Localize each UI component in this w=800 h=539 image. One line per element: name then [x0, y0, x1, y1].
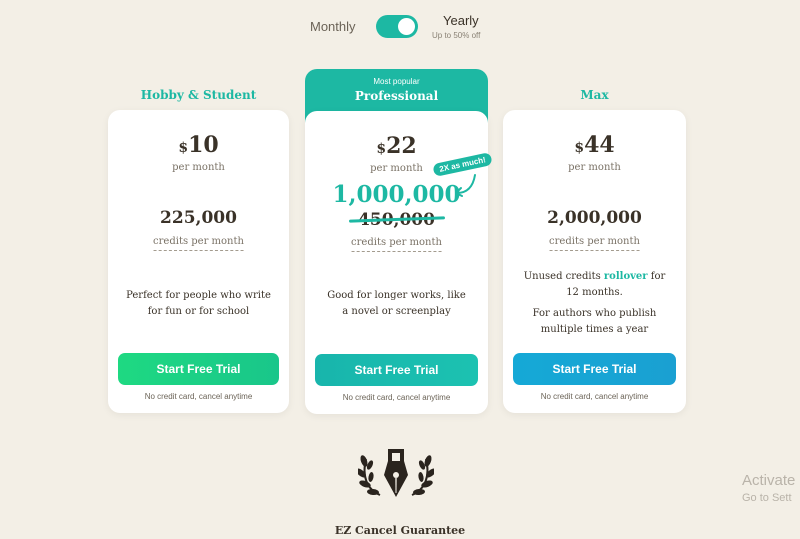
no-credit-card-note: No credit card, cancel anytime [342, 393, 451, 402]
credits-label: credits per month [549, 236, 640, 251]
price-period: per month [172, 162, 225, 173]
start-free-trial-button[interactable]: Start Free Trial [513, 353, 676, 385]
credits-amount: 225,000 [160, 208, 237, 228]
yearly-discount-note: Up to 50% off [432, 31, 481, 40]
plan-description: Good for longer works, like a novel or s… [327, 290, 466, 317]
activate-watermark-sub: Go to Sett [742, 492, 792, 504]
billing-toggle-group: Monthly Yearly Up to 50% off [0, 12, 800, 52]
laurel-pen-icon [358, 449, 434, 497]
plan-title-professional: Professional [354, 89, 439, 103]
guarantee-label: EZ Cancel Guarantee [334, 524, 466, 537]
billing-period-toggle[interactable] [376, 15, 418, 38]
plan-title-hobby: Hobby & Student [140, 88, 257, 102]
plan-card-professional: $22 per month 2X as much! 1,000,000 450,… [305, 111, 493, 414]
credits-label: credits per month [351, 237, 442, 252]
plan-price: $10 [178, 132, 219, 158]
plan-card-hobby: $10 per month 225,000 credits per month … [108, 110, 289, 413]
yearly-label[interactable]: Yearly [443, 13, 479, 28]
rollover-note: Unused credits rollover for 12 months. [523, 271, 666, 298]
monthly-label[interactable]: Monthly [310, 19, 356, 34]
plan-title-max: Max [580, 88, 609, 102]
plan-price: $22 [376, 133, 417, 159]
toggle-knob [398, 18, 415, 35]
plan-card-max: $44 per month 2,000,000 credits per mont… [503, 110, 686, 413]
credits-label: credits per month [153, 236, 244, 251]
plan-description: Perfect for people who write for fun or … [126, 290, 271, 317]
no-credit-card-note: No credit card, cancel anytime [540, 392, 649, 401]
new-credits-amount: 1,000,000 [332, 181, 461, 208]
start-free-trial-button[interactable]: Start Free Trial [315, 354, 478, 386]
no-credit-card-note: No credit card, cancel anytime [144, 392, 253, 401]
credits-amount: 2,000,000 [547, 208, 642, 228]
activate-watermark: Activate [742, 472, 796, 489]
start-free-trial-button[interactable]: Start Free Trial [118, 353, 279, 385]
most-popular-label: Most popular [373, 77, 420, 86]
plan-description: For authors who publish multiple times a… [532, 308, 657, 335]
plan-price: $44 [574, 132, 615, 158]
price-period: per month [568, 162, 621, 173]
